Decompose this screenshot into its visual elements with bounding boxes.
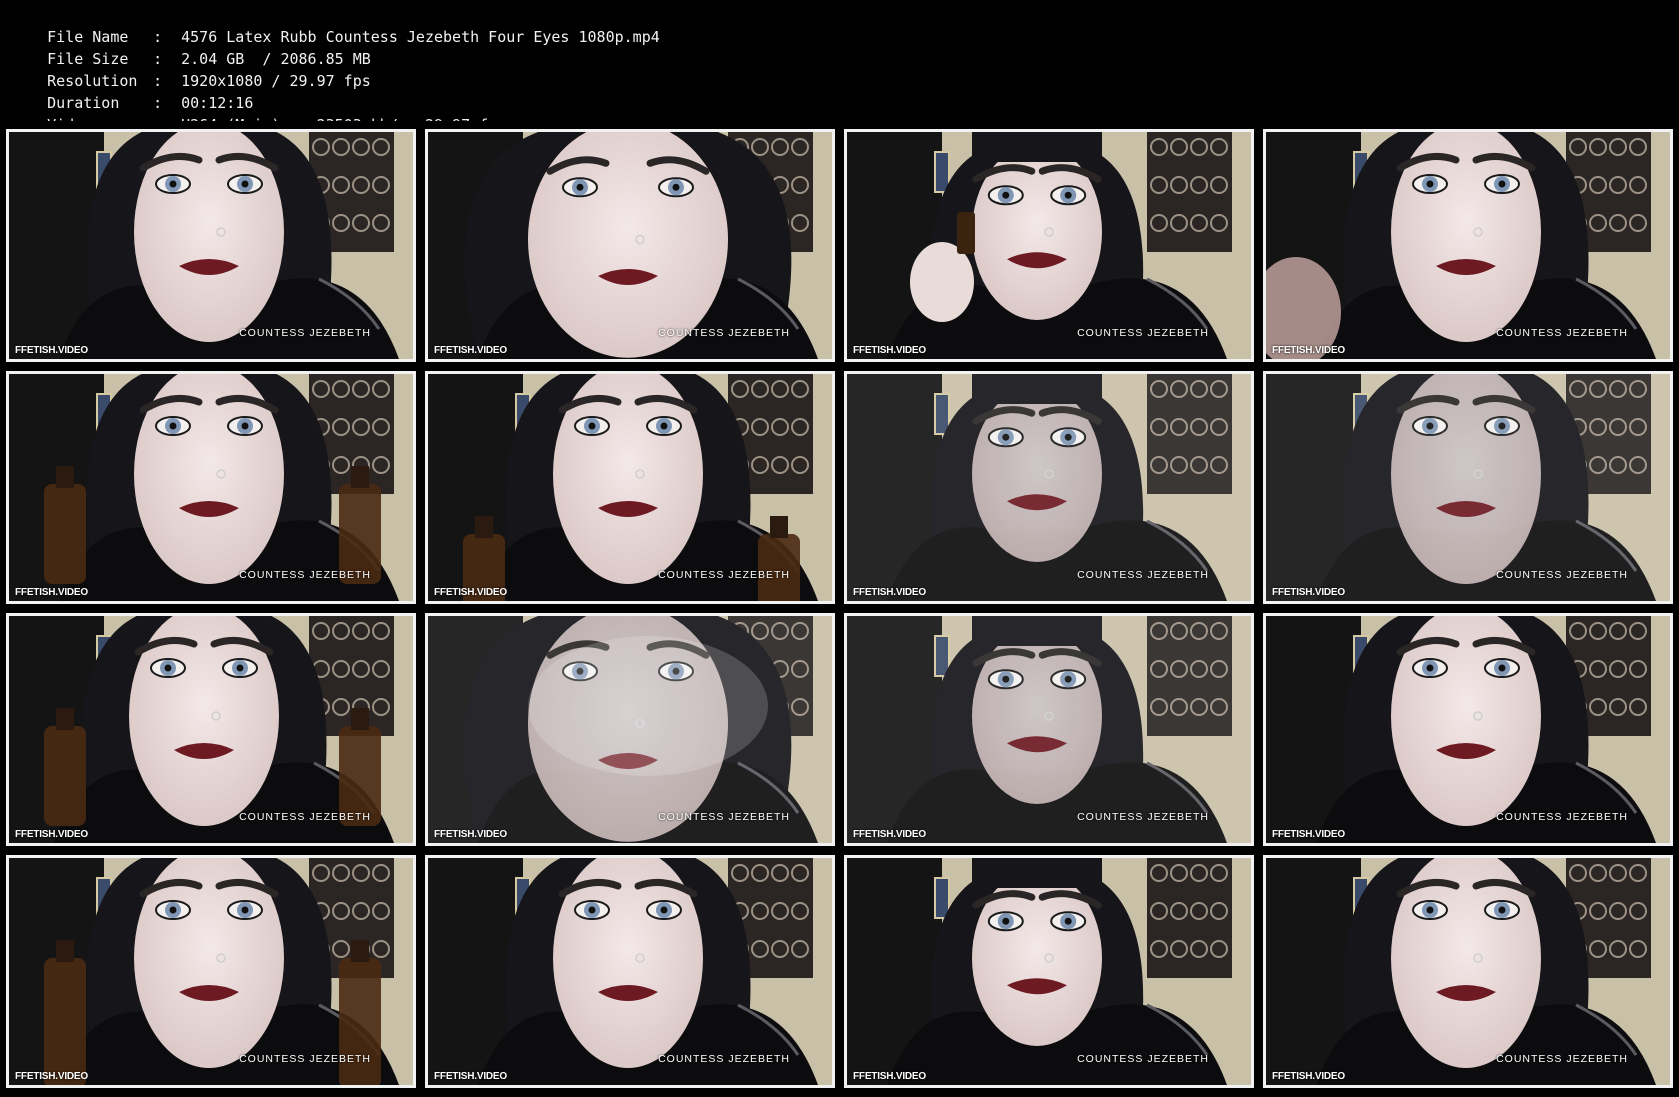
video-frame-still [847,132,1251,359]
video-frame-still [1266,858,1670,1085]
creator-watermark: COUNTESS JEZEBETH [239,327,371,339]
brand-watermark: FFETISH.VIDEO [15,587,88,598]
resolution-row: Resolution:1920x1080 / 29.97 fps [11,48,371,90]
brand-watermark: FFETISH.VIDEO [15,829,88,840]
video-frame-still [847,858,1251,1085]
video-frame-still [9,374,413,601]
video-thumbnail: FFETISH.VIDEO COUNTESS JEZEBETH [1263,371,1673,604]
file-size-row: File Size:2.04 GB / 2086.85 MB [11,26,371,68]
brand-watermark: FFETISH.VIDEO [853,587,926,598]
brand-watermark: FFETISH.VIDEO [15,345,88,356]
creator-watermark: COUNTESS JEZEBETH [658,569,790,581]
video-row: Video:H264 (Main) :: 23503 kb/s, 29.97 f… [11,92,506,134]
video-thumbnail: FFETISH.VIDEO COUNTESS JEZEBETH [844,371,1254,604]
brand-watermark: FFETISH.VIDEO [1272,829,1345,840]
brand-watermark: FFETISH.VIDEO [434,1071,507,1082]
video-frame-still [847,616,1251,843]
creator-watermark: COUNTESS JEZEBETH [658,1053,790,1065]
video-frame-still [9,132,413,359]
video-thumbnail: FFETISH.VIDEO COUNTESS JEZEBETH [844,129,1254,362]
creator-watermark: COUNTESS JEZEBETH [1496,1053,1628,1065]
creator-watermark: COUNTESS JEZEBETH [1496,327,1628,339]
video-thumbnail: FFETISH.VIDEO COUNTESS JEZEBETH [844,855,1254,1088]
creator-watermark: COUNTESS JEZEBETH [1077,569,1209,581]
creator-watermark: COUNTESS JEZEBETH [658,811,790,823]
creator-watermark: COUNTESS JEZEBETH [1077,327,1209,339]
video-frame-still [1266,132,1670,359]
brand-watermark: FFETISH.VIDEO [853,829,926,840]
video-thumbnail: FFETISH.VIDEO COUNTESS JEZEBETH [6,855,416,1088]
video-frame-still [428,858,832,1085]
brand-watermark: FFETISH.VIDEO [434,829,507,840]
video-thumbnail: FFETISH.VIDEO COUNTESS JEZEBETH [6,371,416,604]
creator-watermark: COUNTESS JEZEBETH [239,1053,371,1065]
video-frame-still [847,374,1251,601]
video-thumbnail: FFETISH.VIDEO COUNTESS JEZEBETH [844,613,1254,846]
brand-watermark: FFETISH.VIDEO [434,587,507,598]
thumbnail-grid: FFETISH.VIDEO COUNTESS JEZEBETH FFETISH.VI… [0,121,1679,1097]
file-name-row: File Name:4576 Latex Rubb Countess Jezeb… [11,4,660,46]
creator-watermark: COUNTESS JEZEBETH [239,569,371,581]
video-thumbnail: FFETISH.VIDEO COUNTESS JEZEBETH [6,129,416,362]
creator-watermark: COUNTESS JEZEBETH [239,811,371,823]
brand-watermark: FFETISH.VIDEO [853,1071,926,1082]
video-thumbnail: FFETISH.VIDEO COUNTESS JEZEBETH [1263,129,1673,362]
video-thumbnail: FFETISH.VIDEO COUNTESS JEZEBETH [425,613,835,846]
file-info-header: File Name:4576 Latex Rubb Countess Jezeb… [0,0,1679,134]
video-thumbnail: FFETISH.VIDEO COUNTESS JEZEBETH [1263,613,1673,846]
video-thumbnail: FFETISH.VIDEO COUNTESS JEZEBETH [425,371,835,604]
video-frame-still [1266,616,1670,843]
video-frame-still [9,858,413,1085]
creator-watermark: COUNTESS JEZEBETH [1496,811,1628,823]
duration-row: Duration:00:12:16 [11,70,253,112]
video-frame-still [428,132,832,359]
brand-watermark: FFETISH.VIDEO [853,345,926,356]
video-thumbnail: FFETISH.VIDEO COUNTESS JEZEBETH [6,613,416,846]
creator-watermark: COUNTESS JEZEBETH [1077,811,1209,823]
video-thumbnail: FFETISH.VIDEO COUNTESS JEZEBETH [425,129,835,362]
video-frame-still [428,374,832,601]
video-thumbnail: FFETISH.VIDEO COUNTESS JEZEBETH [425,855,835,1088]
creator-watermark: COUNTESS JEZEBETH [1496,569,1628,581]
brand-watermark: FFETISH.VIDEO [15,1071,88,1082]
video-frame-still [1266,374,1670,601]
video-frame-still [428,616,832,843]
video-frame-still [9,616,413,843]
brand-watermark: FFETISH.VIDEO [1272,587,1345,598]
brand-watermark: FFETISH.VIDEO [1272,345,1345,356]
brand-watermark: FFETISH.VIDEO [1272,1071,1345,1082]
brand-watermark: FFETISH.VIDEO [434,345,507,356]
creator-watermark: COUNTESS JEZEBETH [658,327,790,339]
creator-watermark: COUNTESS JEZEBETH [1077,1053,1209,1065]
video-thumbnail: FFETISH.VIDEO COUNTESS JEZEBETH [1263,855,1673,1088]
